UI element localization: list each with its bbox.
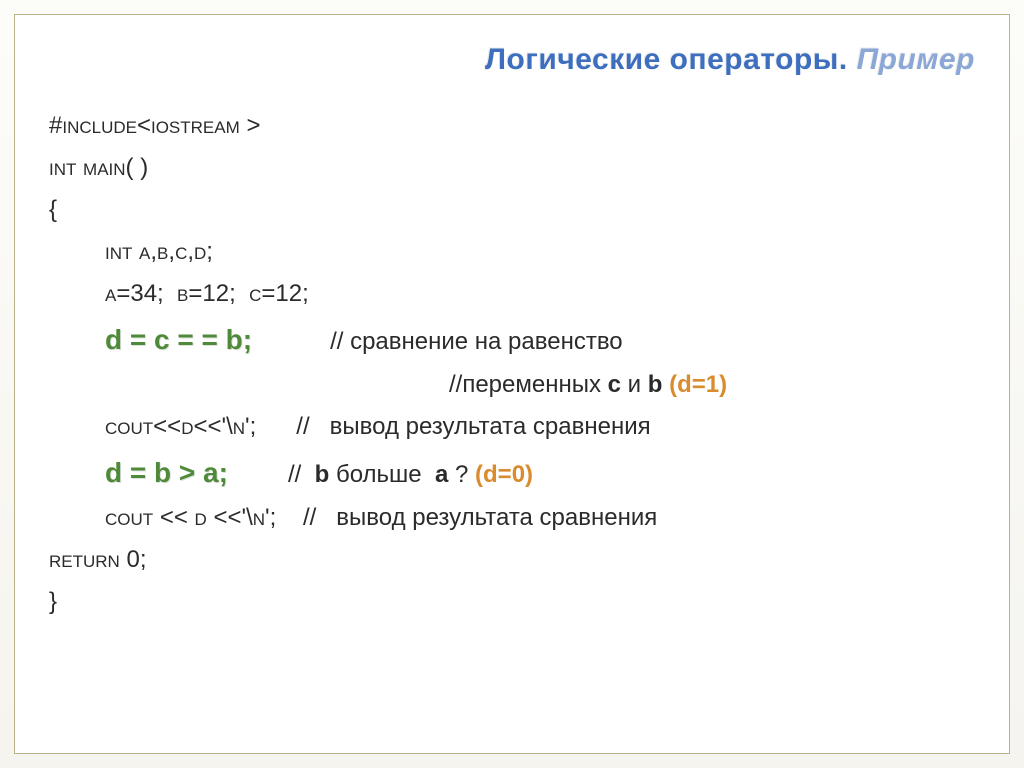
code-var: a [435, 461, 448, 488]
code-block: #include<iostream > int main( ) { int a,… [49, 105, 975, 623]
code-comment: // [288, 461, 315, 488]
code-line: } [49, 581, 975, 623]
code-result: (d=0) [475, 461, 533, 488]
code-stmt: cout<<d<<'\n'; [105, 413, 256, 440]
slide-title: Логические операторы. Пример [49, 43, 975, 77]
code-line: #include<iostream > [49, 105, 975, 147]
code-line: cout<<d<<'\n'; // вывод результата сравн… [49, 406, 975, 448]
code-emph: d = c = = b; [105, 324, 252, 355]
code-emph: d = b > a; [105, 457, 228, 488]
title-main: Логические операторы [485, 43, 839, 76]
code-line: int a,b,c,d; [49, 231, 975, 273]
code-var: b [315, 461, 330, 488]
code-text: больше [329, 461, 435, 488]
title-sub: Пример [857, 43, 975, 76]
code-line: cout << d <<'\n'; // вывод результата ср… [49, 497, 975, 539]
code-text: и [621, 371, 648, 398]
code-line: a=34; b=12; c=12; [49, 273, 975, 315]
title-dot: . [839, 43, 857, 76]
code-line: d = c = = b; // сравнение на равенство [49, 315, 975, 364]
code-stmt: cout << d <<'\n'; [105, 504, 276, 531]
code-line: return 0; [49, 539, 975, 581]
slide: Логические операторы. Пример #include<io… [0, 0, 1024, 768]
code-result: (d=1) [669, 371, 727, 398]
code-text: ? [448, 461, 475, 488]
code-line: //переменных c и b (d=1) [49, 364, 975, 406]
code-comment: // вывод результата сравнения [303, 504, 657, 531]
slide-inner: Логические операторы. Пример #include<io… [14, 14, 1010, 754]
code-var: b [648, 371, 669, 398]
code-line: d = b > a; // b больше a ? (d=0) [49, 448, 975, 497]
code-line: int main( ) [49, 147, 975, 189]
code-comment: // сравнение на равенство [330, 328, 623, 355]
code-comment: //переменных [449, 371, 608, 398]
code-comment: // вывод результата сравнения [296, 413, 650, 440]
code-line: { [49, 189, 975, 231]
code-var: c [608, 371, 621, 398]
